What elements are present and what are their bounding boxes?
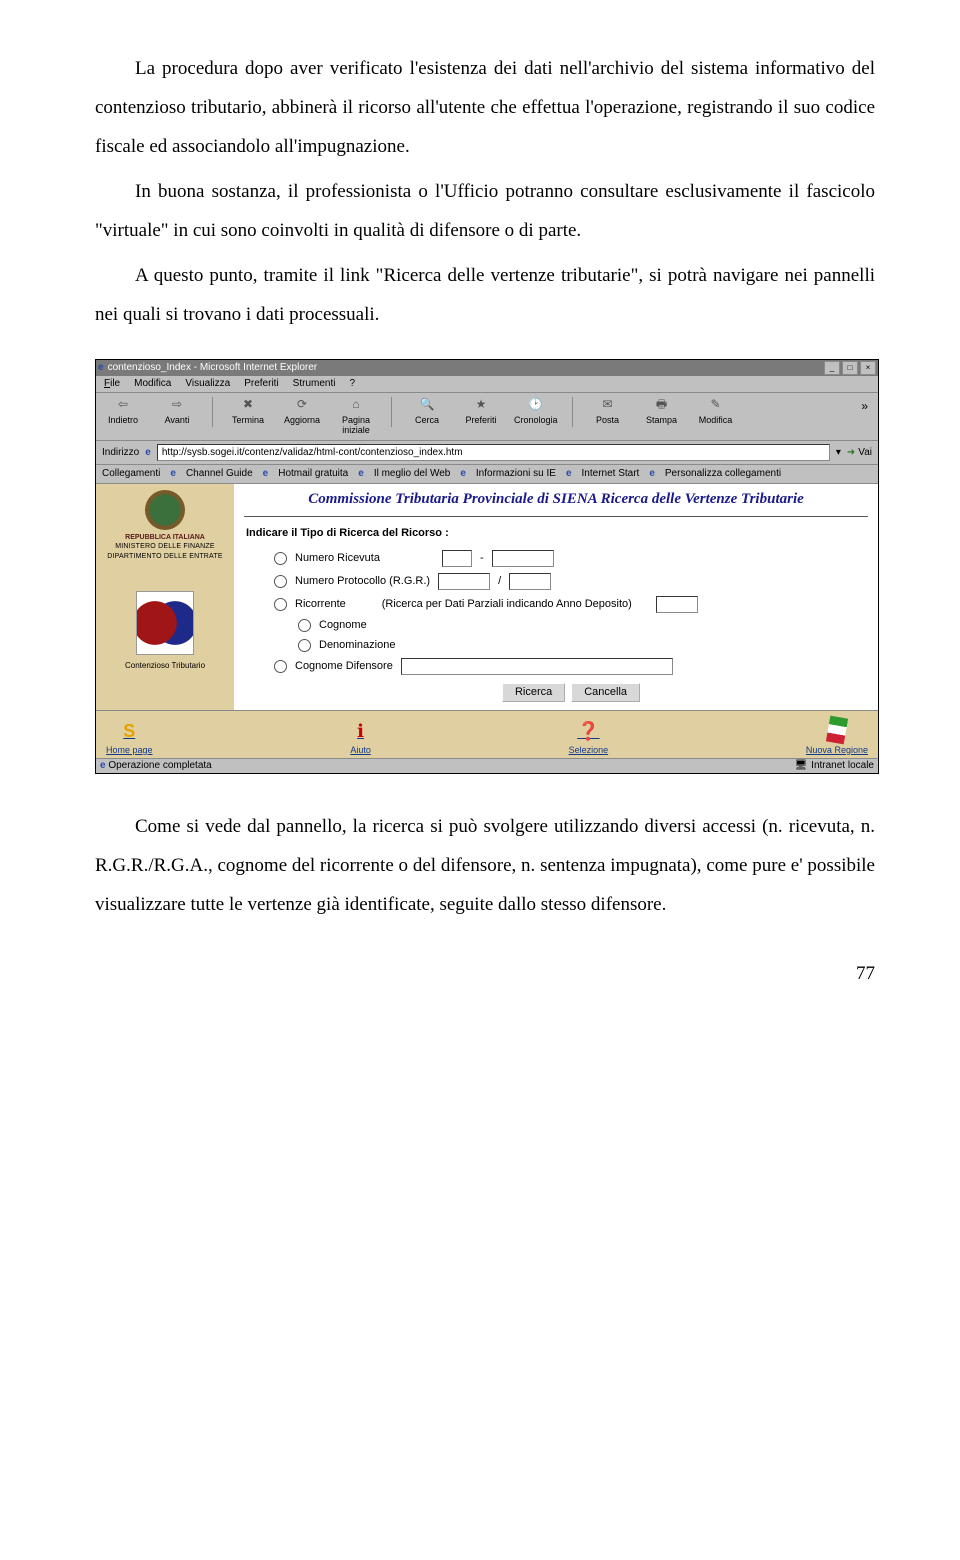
search-button[interactable]: 🔍Cerca — [406, 397, 448, 426]
minimize-button[interactable]: _ — [824, 361, 840, 375]
edit-button[interactable]: ✎Modifica — [695, 397, 737, 426]
home-button[interactable]: ⌂Paginainiziale — [335, 397, 377, 437]
link-icon: e — [263, 468, 269, 480]
body-paragraph-4: Come si vede dal pannello, la ricerca si… — [95, 808, 875, 925]
forward-button[interactable]: ⇨Avanti — [156, 397, 198, 426]
radio-ricevuta[interactable] — [274, 552, 287, 565]
ie-icon: e — [98, 362, 104, 374]
menu-modifica[interactable]: Modifica — [134, 378, 171, 390]
link-icon: e — [566, 468, 572, 480]
favorites-button[interactable]: ★Preferiti — [460, 397, 502, 426]
menu-visualizza[interactable]: Visualizza — [185, 378, 230, 390]
link-meglio-web[interactable]: Il meglio del Web — [374, 468, 451, 480]
cognome-difensore-field[interactable] — [401, 658, 673, 675]
selezione-link[interactable]: ❓ Selezione — [569, 721, 609, 755]
toolbar: ⇦Indietro ⇨Avanti ✖Termina ⟳Aggiorna ⌂Pa… — [96, 393, 878, 442]
status-zone: Intranet locale — [811, 760, 874, 772]
nuova-regione-link[interactable]: Nuova Regione — [806, 717, 868, 756]
window-title: contenzioso_Index - Microsoft Internet E… — [108, 362, 318, 374]
bottom-links-bar: S Home page ℹ Aiuto ❓ Selezione Nuova Re… — [96, 710, 878, 758]
maximize-button[interactable]: □ — [842, 361, 858, 375]
sidebar: REPUBBLICA ITALIANA MINISTERO DELLE FINA… — [96, 484, 234, 710]
status-text: Operazione completata — [108, 760, 211, 771]
label-protocollo: Numero Protocollo (R.G.R.) — [295, 575, 430, 588]
sidebar-line1: MINISTERO DELLE FINANZE — [115, 543, 215, 551]
cancella-button[interactable]: Cancella — [571, 683, 640, 702]
book-question-icon: ❓ — [577, 721, 599, 743]
status-ie-icon: e — [100, 760, 106, 771]
radio-cognome-difensore[interactable] — [274, 660, 287, 673]
zone-icon: 🖥 — [794, 760, 807, 772]
sidebar-line2: DIPARTIMENTO DELLE ENTRATE — [107, 553, 223, 561]
home-page-link[interactable]: S Home page — [106, 721, 153, 755]
radio-protocollo[interactable] — [274, 575, 287, 588]
link-info-ie[interactable]: Informazioni su IE — [476, 468, 556, 480]
print-button[interactable]: 🖶Stampa — [641, 397, 683, 426]
label-cognome: Cognome — [319, 619, 367, 632]
anno-deposito-field[interactable] — [656, 596, 698, 613]
body-paragraph-2: In buona sostanza, il professionista o l… — [95, 173, 875, 251]
go-button[interactable]: ➜Vai — [847, 447, 872, 459]
stop-button[interactable]: ✖Termina — [227, 397, 269, 426]
protocollo-field-2[interactable] — [509, 573, 551, 590]
home-s-icon: S — [123, 721, 135, 743]
form-prompt: Indicare il Tipo di Ricerca del Ricorso … — [246, 527, 868, 540]
republic-emblem-icon — [145, 490, 185, 530]
aiuto-link[interactable]: ℹ Aiuto — [350, 721, 371, 755]
menu-preferiti[interactable]: Preferiti — [244, 378, 278, 390]
close-button[interactable]: × — [860, 361, 876, 375]
ricevuta-field-1[interactable] — [442, 550, 472, 567]
label-denominazione: Denominazione — [319, 639, 395, 652]
back-button[interactable]: ⇦Indietro — [102, 397, 144, 426]
main-panel: Commissione Tributaria Provinciale di SI… — [234, 484, 878, 710]
menu-bar: File Modifica Visualizza Preferiti Strum… — [96, 376, 878, 393]
link-icon: e — [460, 468, 466, 480]
embedded-screenshot: e contenzioso_Index - Microsoft Internet… — [95, 359, 879, 774]
ricevuta-field-2[interactable] — [492, 550, 554, 567]
address-field[interactable]: http://sysb.sogei.it/contenz/validaz/htm… — [157, 444, 830, 461]
history-button[interactable]: 🕑Cronologia — [514, 397, 558, 426]
page-icon: e — [145, 447, 151, 459]
label-ricevuta: Numero Ricevuta — [295, 552, 380, 565]
body-paragraph-1: La procedura dopo aver verificato l'esis… — [95, 50, 875, 167]
link-icon: e — [358, 468, 364, 480]
radio-ricorrente[interactable] — [274, 598, 287, 611]
radio-cognome[interactable] — [298, 619, 311, 632]
link-personalizza[interactable]: Personalizza collegamenti — [665, 468, 781, 480]
menu-file[interactable]: File — [104, 378, 120, 390]
refresh-button[interactable]: ⟳Aggiorna — [281, 397, 323, 426]
body-paragraph-3: A questo punto, tramite il link "Ricerca… — [95, 257, 875, 335]
info-icon: ℹ — [357, 721, 364, 743]
protocollo-field-1[interactable] — [438, 573, 490, 590]
toolbar-overflow[interactable]: » — [857, 397, 872, 415]
window-titlebar: e contenzioso_Index - Microsoft Internet… — [96, 360, 878, 376]
ricorrente-note: (Ricerca per Dati Parziali indicando Ann… — [382, 598, 632, 611]
links-label: Collegamenti — [102, 468, 160, 480]
address-dropdown[interactable]: ▾ — [836, 447, 841, 459]
link-channel-guide[interactable]: Channel Guide — [186, 468, 253, 480]
sidebar-caption: Contenzioso Tributario — [125, 661, 205, 671]
menu-help[interactable]: ? — [349, 378, 355, 390]
link-internet-start[interactable]: Internet Start — [582, 468, 640, 480]
link-hotmail[interactable]: Hotmail gratuita — [278, 468, 348, 480]
faces-icon — [136, 591, 194, 655]
status-bar: e Operazione completata 🖥 Intranet locale — [96, 758, 878, 773]
radio-denominazione[interactable] — [298, 639, 311, 652]
italy-map-icon — [826, 716, 848, 745]
mail-button[interactable]: ✉Posta — [587, 397, 629, 426]
address-label: Indirizzo — [102, 447, 139, 459]
menu-strumenti[interactable]: Strumenti — [293, 378, 336, 390]
page-title: Commissione Tributaria Provinciale di SI… — [244, 488, 868, 514]
label-ricorrente: Ricorrente — [295, 598, 346, 611]
ricerca-button[interactable]: Ricerca — [502, 683, 565, 702]
links-bar: Collegamenti e Channel Guide e Hotmail gra… — [96, 465, 878, 484]
link-icon: e — [649, 468, 655, 480]
page-number: 77 — [95, 955, 875, 994]
address-bar: Indirizzo e http://sysb.sogei.it/contenz… — [96, 441, 878, 465]
label-cognome-difensore: Cognome Difensore — [295, 660, 393, 673]
link-icon: e — [170, 468, 176, 480]
